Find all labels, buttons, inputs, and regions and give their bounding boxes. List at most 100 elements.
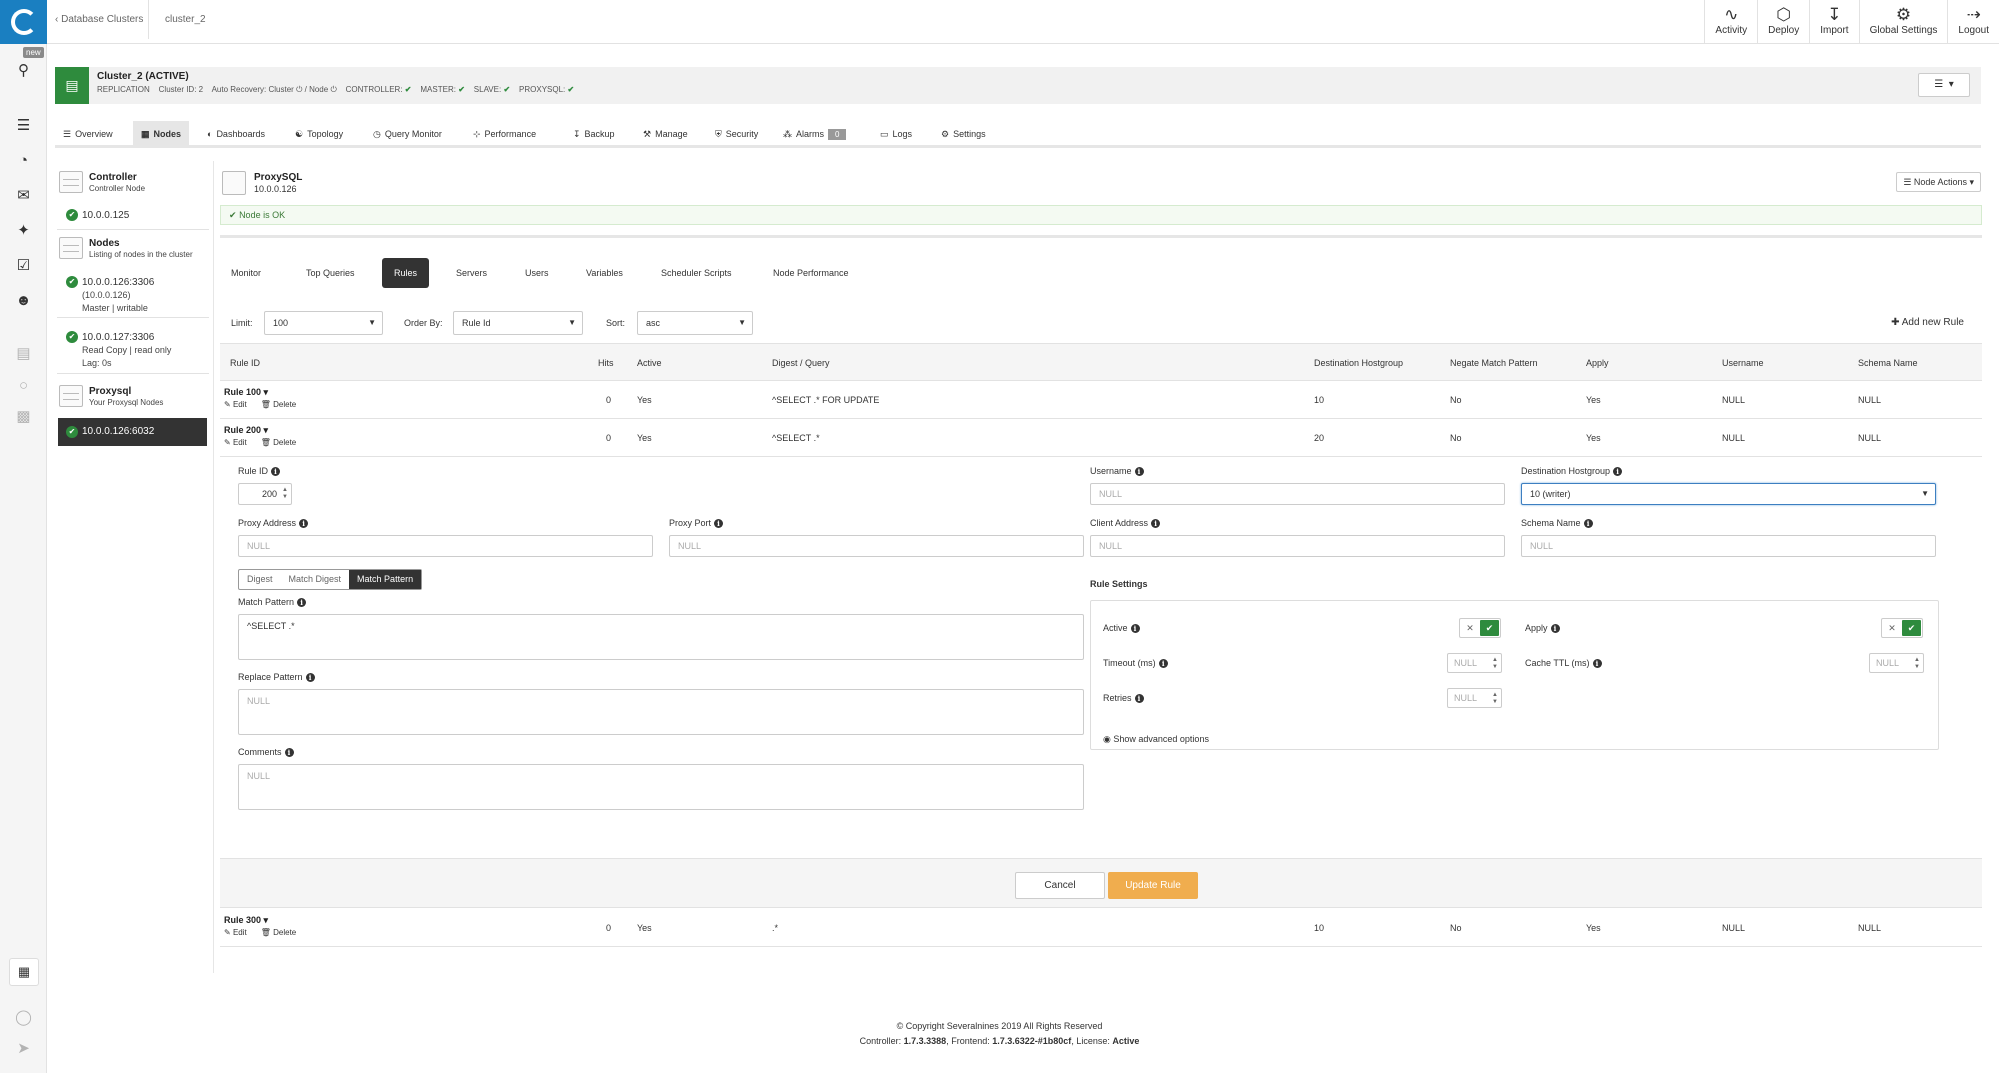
rules-filters: Limit: 100 ▼ Order By: Rule Id ▼ Sort: asc… (214, 311, 1983, 335)
seg-digest[interactable]: Digest (239, 570, 281, 589)
proxy-address-input[interactable]: NULL (238, 535, 653, 557)
tab-logs[interactable]: ▭ Logs (872, 121, 920, 147)
app-logo[interactable] (0, 0, 47, 44)
replace-pattern-textarea[interactable]: NULL (238, 689, 1084, 735)
users-icon[interactable]: ☻ (0, 292, 47, 310)
delete-link[interactable]: 🗑 Delete (261, 928, 304, 937)
cancel-button[interactable]: Cancel (1015, 872, 1105, 899)
clock-icon: ◷ (373, 129, 381, 139)
tab-overview[interactable]: ☰ Overview (55, 121, 121, 147)
schema-name-label: Schema Name i (1521, 518, 1593, 528)
node-lag: Lag: 0s (82, 358, 112, 368)
destination-hostgroup-select[interactable]: 10 (writer) ▼ (1521, 483, 1936, 505)
global-settings-button[interactable]: ⚙ Global Settings (1858, 0, 1948, 44)
update-rule-button[interactable]: Update Rule (1108, 872, 1198, 899)
comments-label: Comments i (238, 747, 294, 757)
logout-button[interactable]: ⇢ Logout (1947, 0, 1999, 44)
retries-stepper[interactable]: NULL ▲ ▼ (1447, 688, 1502, 708)
sort-select[interactable]: asc ▼ (637, 311, 753, 335)
timeout-stepper[interactable]: NULL ▲ ▼ (1447, 653, 1502, 673)
power-icon[interactable]: ⏻ (296, 85, 302, 94)
breadcrumb-back[interactable]: ‹ Database Clusters (55, 0, 143, 39)
tab-nodes[interactable]: ▦ Nodes (133, 121, 190, 147)
tab-rules[interactable]: Rules (382, 258, 430, 288)
order-by-select[interactable]: Rule Id ▼ (453, 311, 583, 335)
rule-id-stepper[interactable]: 200 ▲ ▼ (238, 483, 292, 505)
sidebar-node-proxysql[interactable]: ✔ 10.0.0.126:6032 (58, 418, 207, 446)
edit-link[interactable]: ✎ Edit (224, 928, 254, 937)
username-input[interactable]: NULL (1090, 483, 1505, 505)
cluster-type: REPLICATION (97, 85, 150, 94)
schema-name-input[interactable]: NULL (1521, 535, 1936, 557)
limit-select[interactable]: 100 ▼ (264, 311, 383, 335)
seg-match-pattern[interactable]: Match Pattern (349, 570, 422, 589)
docs-icon[interactable]: ▤ (0, 345, 47, 363)
tab-scheduler-scripts[interactable]: Scheduler Scripts (661, 258, 732, 288)
edit-link[interactable]: ✎ Edit (224, 400, 254, 409)
tab-top-queries[interactable]: Top Queries (306, 258, 355, 288)
comments-icon[interactable]: ○ (0, 377, 47, 395)
sidebar-proxysql-title: Proxysql (89, 386, 132, 397)
clusters-icon[interactable]: ☰ (0, 117, 47, 135)
seg-match-digest[interactable]: Match Digest (281, 570, 350, 589)
close-icon: ✕ (1466, 623, 1474, 633)
tab-settings[interactable]: ⚙ Settings (933, 121, 994, 147)
power-icon[interactable]: ⏻ (330, 85, 336, 94)
integrations-icon[interactable]: ✦ (0, 222, 47, 240)
tab-servers[interactable]: Servers (456, 258, 487, 288)
show-advanced-options-link[interactable]: ◉ Show advanced options (1103, 734, 1209, 745)
tab-users[interactable]: Users (525, 258, 549, 288)
charts-icon[interactable]: ◔ (0, 152, 47, 170)
info-icon: i (714, 519, 724, 528)
rule-name-dropdown[interactable]: Rule 300 ▾ (224, 915, 268, 926)
match-pattern-textarea[interactable]: ^SELECT .* (238, 614, 1084, 660)
cell-apply: Yes (1586, 923, 1601, 933)
info-icon: i (1613, 467, 1623, 476)
gear-icon: ⚙ (941, 129, 950, 139)
comments-textarea[interactable]: NULL (238, 764, 1084, 810)
proxy-port-label: Proxy Port i (669, 518, 724, 528)
client-address-input[interactable]: NULL (1090, 535, 1505, 557)
node-actions-button[interactable]: ☰ Node Actions ▾ (1896, 172, 1981, 192)
chat-icon[interactable]: ▦ (9, 958, 39, 986)
tab-node-performance[interactable]: Node Performance (773, 258, 849, 288)
proxy-port-input[interactable]: NULL (669, 535, 1084, 557)
tab-query-monitor[interactable]: ◷ Query Monitor (365, 121, 450, 147)
tab-dashboards[interactable]: ◐ Dashboards (199, 121, 273, 147)
search-icon[interactable]: ⚲ (0, 62, 47, 80)
activity-button[interactable]: ∿ Activity (1704, 0, 1757, 44)
delete-link[interactable]: 🗑 Delete (261, 400, 304, 409)
import-button[interactable]: ↧ Import (1809, 0, 1858, 44)
tab-security[interactable]: ⛨ Security (707, 121, 766, 147)
tab-backup[interactable]: ↧ Backup (565, 121, 623, 147)
mail-icon[interactable]: ✉ (0, 187, 47, 205)
wrench-icon: ⚒ (643, 129, 652, 139)
global-settings-icon: ⚙ (1895, 5, 1912, 24)
rule-name-dropdown[interactable]: Rule 100 ▾ (224, 387, 268, 398)
tab-topology[interactable]: ☯ Topology (287, 121, 351, 147)
tab-manage[interactable]: ⚒ Manage (635, 121, 696, 147)
tab-monitor[interactable]: Monitor (231, 258, 261, 288)
cell-active: Yes (637, 923, 652, 933)
proxysql-ip: 10.0.0.126 (254, 184, 297, 194)
deploy-button[interactable]: ⬡ Deploy (1757, 0, 1809, 44)
delete-link[interactable]: 🗑 Delete (261, 438, 304, 447)
add-new-rule-button[interactable]: ✚ Add new Rule (1891, 311, 1964, 335)
cell-hits: 0 (606, 395, 612, 405)
col-negate-match: Negate Match Pattern (1450, 358, 1538, 368)
edit-link[interactable]: ✎ Edit (224, 438, 254, 447)
rule-name-dropdown[interactable]: Rule 200 ▾ (224, 425, 268, 436)
cluster-actions-dropdown[interactable]: ☰ ▾ (1918, 73, 1970, 97)
license-value: Active (1112, 1036, 1140, 1046)
tab-variables[interactable]: Variables (586, 258, 623, 288)
lock-icon[interactable]: ☑ (0, 257, 47, 275)
active-toggle[interactable]: ✕ ✔ (1459, 618, 1501, 638)
tab-alarms[interactable]: ⁂ Alarms 0 (775, 121, 854, 147)
cache-ttl-stepper[interactable]: NULL ▲ ▼ (1869, 653, 1924, 673)
table-row: Rule 100 ▾ ✎ Edit 🗑 Delete 0 Yes ^SELECT … (220, 381, 1982, 419)
gift-icon[interactable]: ▩ (0, 408, 47, 426)
info-icon: i (305, 673, 315, 682)
apply-toggle[interactable]: ✕ ✔ (1881, 618, 1923, 638)
tab-performance[interactable]: ⊹ Performance (465, 121, 544, 147)
divider (57, 317, 209, 318)
